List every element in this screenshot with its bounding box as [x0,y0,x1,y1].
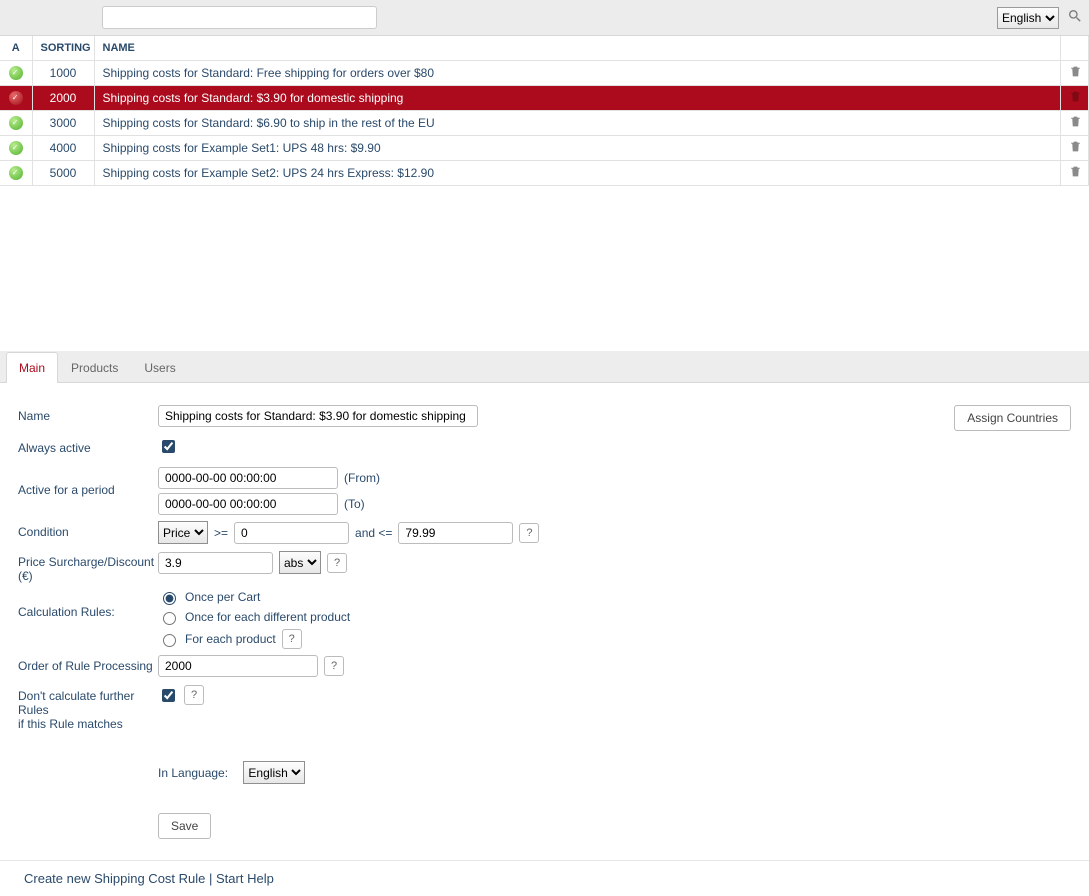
rules-table: A SORTING NAME 1000Shipping costs for St… [0,36,1089,186]
row-sort: 5000 [32,161,94,186]
tab-main[interactable]: Main [6,352,58,383]
calc-once-product-radio[interactable] [163,612,176,625]
row-name: Shipping costs for Example Set2: UPS 24 … [94,161,1061,186]
condition-min-input[interactable] [234,522,349,544]
from-suffix: (From) [344,471,380,485]
delete-icon[interactable] [1069,142,1082,156]
always-active-label: Always active [18,437,158,455]
condition-type-select[interactable]: Price [158,521,208,544]
row-sort: 4000 [32,136,94,161]
calc-once-cart-radio[interactable] [163,592,176,605]
and-lte-label: and <= [355,526,392,540]
status-icon [9,91,23,105]
top-toolbar: English [0,0,1089,36]
to-suffix: (To) [344,497,365,511]
order-label: Order of Rule Processing [18,655,158,673]
footer: Create new Shipping Cost Rule | Start He… [0,860,1089,896]
create-rule-link[interactable]: Create new Shipping Cost Rule [24,871,205,886]
search-icon[interactable] [1067,8,1083,27]
status-icon [9,141,23,155]
status-icon [9,66,23,80]
help-icon[interactable]: ? [184,685,204,705]
delete-icon[interactable] [1069,117,1082,131]
row-name: Shipping costs for Example Set1: UPS 48 … [94,136,1061,161]
condition-max-input[interactable] [398,522,513,544]
col-header-a[interactable]: A [0,36,32,61]
tab-products[interactable]: Products [58,352,131,383]
in-language-select[interactable]: English [243,761,305,784]
table-row[interactable]: 1000Shipping costs for Standard: Free sh… [0,61,1089,86]
help-icon[interactable]: ? [282,629,302,649]
col-header-name[interactable]: NAME [94,36,1061,61]
row-name: Shipping costs for Standard: Free shippi… [94,61,1061,86]
surcharge-label: Price Surcharge/Discount (€) [18,551,158,583]
stop-rules-checkbox[interactable] [162,689,175,702]
delete-icon[interactable] [1069,167,1082,181]
footer-sep: | [209,871,216,886]
assign-countries-button[interactable]: Assign Countries [954,405,1071,431]
calc-each-product-radio[interactable] [163,634,176,647]
help-icon[interactable]: ? [519,523,539,543]
name-input[interactable] [158,405,478,427]
table-row[interactable]: 3000Shipping costs for Standard: $6.90 t… [0,111,1089,136]
status-icon [9,166,23,180]
rule-form: Name Assign Countries Always active Acti… [0,383,1089,867]
order-input[interactable] [158,655,318,677]
delete-icon[interactable] [1069,67,1082,81]
tab-users[interactable]: Users [131,352,188,383]
calc-each-product-label: For each product [185,632,276,646]
surcharge-mode-select[interactable]: abs [279,551,321,574]
row-name: Shipping costs for Standard: $6.90 to sh… [94,111,1061,136]
delete-icon[interactable] [1069,92,1082,106]
table-row[interactable]: 4000Shipping costs for Example Set1: UPS… [0,136,1089,161]
active-period-label: Active for a period [18,467,158,497]
surcharge-input[interactable] [158,552,273,574]
always-active-checkbox[interactable] [162,440,175,453]
row-sort: 2000 [32,86,94,111]
tab-bar: Main Products Users [0,351,1089,383]
calc-once-cart-label: Once per Cart [185,590,260,604]
calc-once-product-label: Once for each different product [185,610,350,624]
stop-rules-label: Don't calculate further Rules if this Ru… [18,685,158,731]
active-from-input[interactable] [158,467,338,489]
save-button[interactable]: Save [158,813,211,839]
in-language-label: In Language: [158,766,228,780]
col-header-sort[interactable]: SORTING [32,36,94,61]
name-label: Name [18,405,158,423]
start-help-link[interactable]: Start Help [216,871,274,886]
status-icon [9,116,23,130]
help-icon[interactable]: ? [324,656,344,676]
calc-rules-label: Calculation Rules: [18,589,158,619]
row-name: Shipping costs for Standard: $3.90 for d… [94,86,1061,111]
row-sort: 3000 [32,111,94,136]
condition-label: Condition [18,521,158,539]
table-row[interactable]: 5000Shipping costs for Example Set2: UPS… [0,161,1089,186]
row-sort: 1000 [32,61,94,86]
table-row[interactable]: 2000Shipping costs for Standard: $3.90 f… [0,86,1089,111]
filter-input[interactable] [102,6,377,29]
help-icon[interactable]: ? [327,553,347,573]
active-to-input[interactable] [158,493,338,515]
gte-label: >= [214,526,228,540]
language-select[interactable]: English [997,7,1059,29]
